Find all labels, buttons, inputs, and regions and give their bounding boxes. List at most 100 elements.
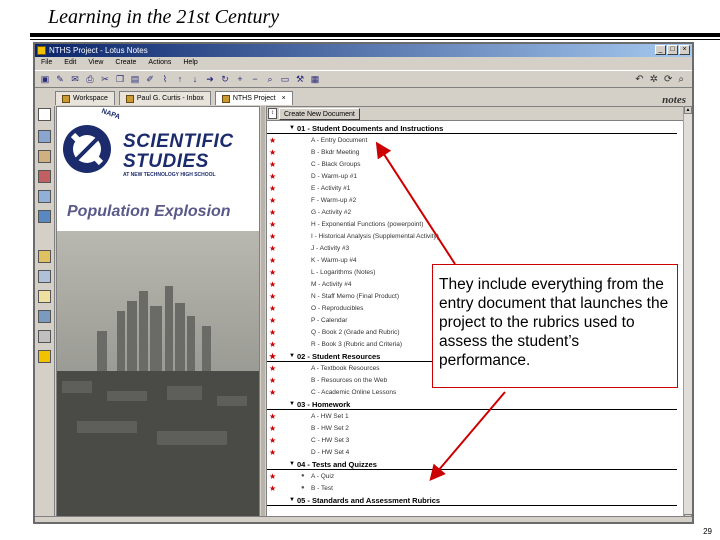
document-label: F - Warm-up #2: [311, 197, 357, 204]
document-row[interactable]: ★ ● A - Quiz: [267, 471, 677, 482]
tab-close-icon[interactable]: ×: [282, 92, 286, 106]
bookmark-history-icon[interactable]: [38, 310, 51, 323]
bookmark-calendar-icon[interactable]: [38, 150, 51, 163]
window-title: NTHS Project - Lotus Notes: [49, 46, 148, 55]
scroll-up-icon[interactable]: ▲: [684, 106, 692, 114]
menu-create[interactable]: Create: [115, 57, 136, 69]
twisty-icon[interactable]: ▼: [289, 351, 295, 362]
unread-star-icon: ★: [269, 484, 277, 493]
document-row[interactable]: ★ C - Academic Online Lessons: [267, 387, 677, 398]
document-row[interactable]: ★ B - Bkdr Meeting: [267, 147, 677, 158]
unread-star-icon: ★: [269, 232, 277, 241]
unread-star-icon: ★: [269, 292, 277, 301]
workspace-icon: [62, 94, 70, 103]
bookmark-database-icon[interactable]: [38, 108, 51, 121]
tab-nths-project[interactable]: NTHS Project ×: [214, 91, 293, 106]
window-titlebar[interactable]: NTHS Project - Lotus Notes _ □ ×: [35, 44, 692, 57]
document-row[interactable]: ★ B - HW Set 2: [267, 423, 677, 434]
notes-brand: notes: [662, 94, 686, 106]
document-label: N - Staff Memo (Final Product): [311, 293, 400, 300]
document-row[interactable]: ★ D - HW Set 4: [267, 447, 677, 458]
tab-inbox[interactable]: Paul G. Curtis - Inbox: [118, 91, 211, 105]
bookmark-p-icon[interactable]: [38, 350, 51, 363]
unread-star-icon: ★: [269, 304, 277, 313]
down-arrow-icon[interactable]: ↓: [189, 73, 201, 85]
category-row[interactable]: ▼ 03 - Homework: [267, 399, 677, 410]
bookmark-address-icon[interactable]: [38, 170, 51, 183]
unread-star-icon: ★: [269, 412, 277, 421]
document-row[interactable]: ★ C - Black Groups: [267, 159, 677, 170]
minimize-button[interactable]: _: [655, 45, 666, 55]
category-row[interactable]: ▼ 05 - Standards and Assessment Rubrics: [267, 495, 677, 506]
unread-star-icon: ★: [269, 364, 277, 373]
twisty-icon[interactable]: ▼: [289, 459, 295, 470]
document-row[interactable]: ★ F - Warm-up #2: [267, 195, 677, 206]
document-row[interactable]: ★ H - Exponential Functions (powerpoint): [267, 219, 677, 230]
document-row[interactable]: ★ A - Entry Document: [267, 135, 677, 146]
search-icon[interactable]: ⌕: [264, 73, 276, 85]
mail-icon[interactable]: ✉: [69, 73, 81, 85]
reload-icon[interactable]: ⟳: [664, 74, 672, 85]
attach-icon[interactable]: ⌇: [159, 73, 171, 85]
bookmark-more-icon[interactable]: [38, 330, 51, 343]
document-row[interactable]: ★ A - HW Set 1: [267, 411, 677, 422]
tab-workspace[interactable]: Workspace: [55, 91, 115, 105]
category-label: 04 - Tests and Quizzes: [297, 460, 377, 469]
document-row[interactable]: ★ I - Historical Analysis (Supplemental A…: [267, 231, 677, 242]
maximize-button[interactable]: □: [667, 45, 678, 55]
cut-icon[interactable]: ✂: [99, 73, 111, 85]
menu-help[interactable]: Help: [183, 57, 197, 69]
title-rule-thin: [30, 39, 720, 40]
smarticon-2-icon[interactable]: ✎: [54, 73, 66, 85]
plus-icon[interactable]: +: [234, 73, 246, 85]
back-icon[interactable]: ↶: [635, 74, 643, 85]
menu-edit[interactable]: Edit: [64, 57, 76, 69]
category-row[interactable]: ▼ 04 - Tests and Quizzes: [267, 459, 677, 470]
menu-file[interactable]: File: [41, 57, 52, 69]
category-row[interactable]: ▼ 01 - Student Documents and Instructions: [267, 123, 677, 134]
refresh-icon[interactable]: ↻: [219, 73, 231, 85]
open-database-icon[interactable]: ▣: [39, 73, 51, 85]
document-label: A - HW Set 1: [311, 413, 349, 420]
twisty-icon[interactable]: ▼: [289, 495, 295, 506]
document-row[interactable]: ★ G - Activity #2: [267, 207, 677, 218]
forward-icon[interactable]: ➜: [204, 73, 216, 85]
bookmark-favorites-icon[interactable]: [38, 290, 51, 303]
tools-icon[interactable]: ⚒: [294, 73, 306, 85]
pane-splitter[interactable]: [261, 106, 265, 522]
edit-icon[interactable]: ✐: [144, 73, 156, 85]
category-label: 05 - Standards and Assessment Rubrics: [297, 496, 441, 505]
unread-star-icon: ★: [269, 148, 277, 157]
document-row[interactable]: ★ J - Activity #3: [267, 243, 677, 254]
document-label: B - Bkdr Meeting: [311, 149, 360, 156]
menu-actions[interactable]: Actions: [148, 57, 171, 69]
napa-logo-icon: [63, 125, 111, 173]
copy-icon[interactable]: ❐: [114, 73, 126, 85]
menu-view[interactable]: View: [88, 57, 103, 69]
vertical-scrollbar[interactable]: ▲ ▼: [683, 106, 692, 522]
document-row[interactable]: ★ C - HW Set 3: [267, 435, 677, 446]
twisty-icon[interactable]: ▼: [289, 123, 295, 134]
unread-star-icon: ★: [269, 280, 277, 289]
up-arrow-icon[interactable]: ↑: [174, 73, 186, 85]
bookmark-mail-icon[interactable]: [38, 130, 51, 143]
bookmark-folder-icon[interactable]: [38, 250, 51, 263]
bookmark-todo-icon[interactable]: [38, 190, 51, 203]
calendar-icon[interactable]: ▦: [309, 73, 321, 85]
document-row[interactable]: ★ E - Activity #1: [267, 183, 677, 194]
create-new-document-button[interactable]: Create New Document: [279, 108, 360, 120]
paste-icon[interactable]: ▤: [129, 73, 141, 85]
minus-icon[interactable]: −: [249, 73, 261, 85]
close-button[interactable]: ×: [679, 45, 690, 55]
folder-icon[interactable]: ▭: [279, 73, 291, 85]
bookmark-replica-icon[interactable]: [38, 270, 51, 283]
document-label: D - Warm-up #1: [311, 173, 357, 180]
search-web-icon[interactable]: ⌕: [678, 74, 684, 85]
category-label: 01 - Student Documents and Instructions: [297, 124, 444, 133]
stop-icon[interactable]: ✲: [650, 74, 658, 85]
document-row[interactable]: ★ ● B - Test: [267, 483, 677, 494]
print-icon[interactable]: ⎙: [84, 73, 96, 85]
bookmark-web-icon[interactable]: [38, 210, 51, 223]
document-row[interactable]: ★ D - Warm-up #1: [267, 171, 677, 182]
twisty-icon[interactable]: ▼: [289, 399, 295, 410]
